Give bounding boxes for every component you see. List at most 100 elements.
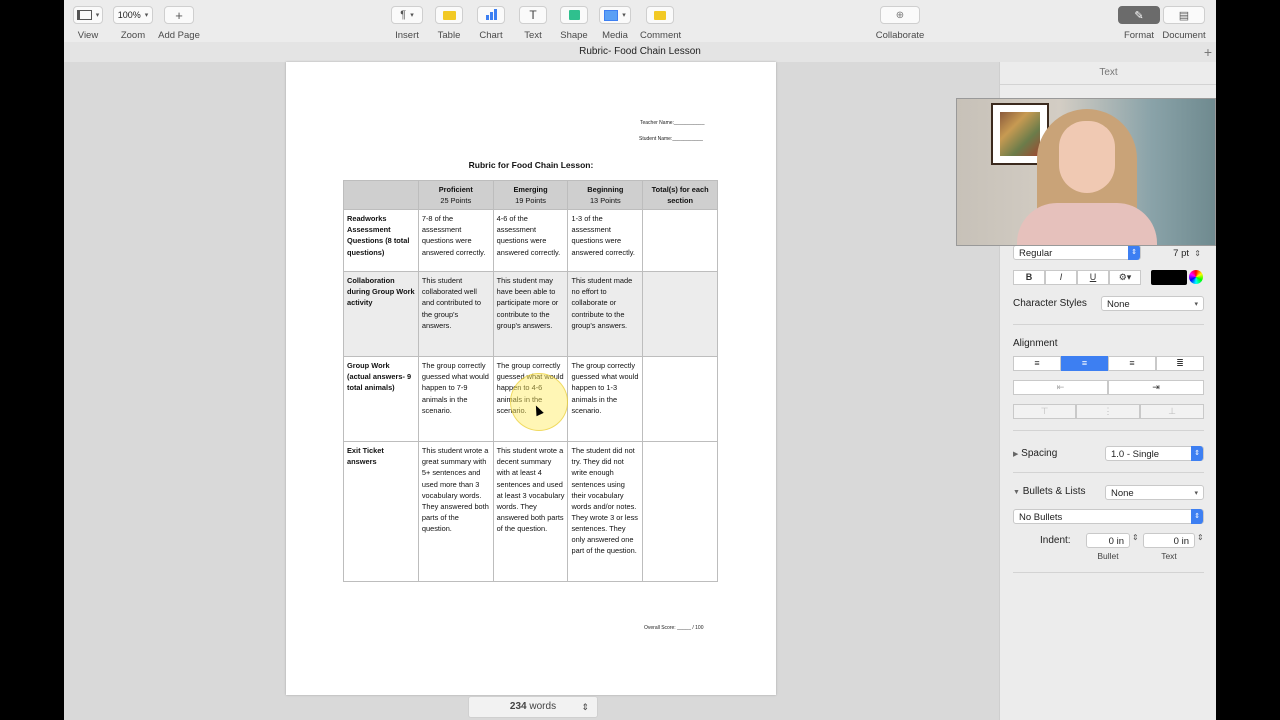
table-cell[interactable]: 4-6 of the assessment questions were ans… — [492, 209, 569, 273]
total-cell[interactable] — [642, 271, 718, 358]
stepper-icon[interactable]: ⇕ — [1132, 533, 1139, 542]
align-left-icon: ≡ — [1034, 358, 1040, 368]
view-icon — [76, 10, 92, 20]
align-center-button[interactable]: ≡ — [1061, 356, 1108, 371]
criterion-cell[interactable]: Collaboration during Group Work activity — [343, 271, 419, 358]
table-cell[interactable]: 1-3 of the assessment questions were ans… — [567, 209, 644, 273]
table-cell[interactable]: The group correctly guessed what would h… — [417, 356, 494, 443]
indent-bullet-field[interactable]: 0 in — [1086, 533, 1130, 548]
indent-text-field[interactable]: 0 in — [1143, 533, 1195, 548]
gear-icon: ⚙▾ — [1118, 272, 1132, 282]
table-cell[interactable]: This student wrote a great summary with … — [417, 441, 494, 583]
table-cell[interactable]: This student wrote a decent summary with… — [492, 441, 569, 583]
table-row: Exit Ticket answers This student wrote a… — [343, 441, 718, 583]
table-cell[interactable]: This student collaborated well and contr… — [417, 271, 494, 358]
chevron-updown-icon: ⇕ — [581, 702, 589, 712]
alignment-label: Alignment — [1013, 338, 1058, 349]
document-canvas[interactable]: Teacher Name:___________ Student Name:__… — [64, 62, 999, 720]
align-top-button[interactable]: ⊤ — [1013, 404, 1076, 419]
insert-button[interactable]: ¶ ▾ Insert — [390, 6, 424, 41]
underline-button[interactable]: U — [1077, 270, 1109, 285]
document-page[interactable]: Teacher Name:___________ Student Name:__… — [286, 62, 776, 695]
criterion-cell[interactable]: Exit Ticket answers — [343, 441, 419, 583]
font-size-field[interactable]: 7 pt ⇕ — [1147, 245, 1204, 260]
header-beginning: Beginning 13 Points — [567, 179, 644, 211]
stepper-icon[interactable]: ⇕ — [1197, 533, 1204, 542]
align-middle-button[interactable]: ⋮ — [1076, 404, 1140, 419]
shape-button[interactable]: Shape — [559, 6, 589, 41]
italic-button[interactable]: I — [1045, 270, 1077, 285]
text-caption: Text — [1161, 551, 1177, 561]
total-cell[interactable] — [642, 356, 718, 443]
spacing-section[interactable]: ▶ Spacing — [1013, 448, 1057, 459]
table-cell[interactable]: This student made no effort to collabora… — [567, 271, 644, 358]
align-left-button[interactable]: ≡ — [1013, 356, 1061, 371]
chevron-down-icon: ▾ — [1194, 301, 1198, 308]
rubric-title: Rubric for Food Chain Lesson: — [468, 160, 594, 170]
align-justify-button[interactable]: ≣ — [1156, 356, 1204, 371]
bold-button[interactable]: B — [1013, 270, 1045, 285]
criterion-cell[interactable]: Readworks Assessment Questions (8 total … — [343, 209, 419, 273]
decrease-indent-button[interactable]: ⇤ — [1013, 380, 1108, 395]
table-cell[interactable]: The student did not try. They did not wr… — [567, 441, 644, 583]
align-right-button[interactable]: ≡ — [1108, 356, 1156, 371]
comment-button[interactable]: Comment — [640, 6, 681, 41]
increase-indent-button[interactable]: ⇥ — [1108, 380, 1204, 395]
comment-icon — [654, 10, 666, 20]
color-wheel-icon[interactable] — [1189, 270, 1203, 284]
sidebar-tab-text[interactable]: Text — [1000, 62, 1216, 85]
spacing-select[interactable]: 1.0 - Single ⇕ — [1105, 446, 1204, 461]
font-style-select[interactable]: Regular ⇕ — [1013, 245, 1141, 260]
zoom-value: 100% — [117, 10, 141, 20]
header-blank — [343, 179, 419, 211]
bullet-style-select[interactable]: No Bullets ⇕ — [1013, 509, 1204, 524]
total-cell[interactable] — [642, 441, 718, 583]
align-right-icon: ≡ — [1129, 358, 1135, 368]
chevron-down-icon: ▾ — [622, 12, 626, 19]
character-styles-select[interactable]: None ▾ — [1101, 296, 1204, 311]
bullets-section[interactable]: ▼ Bullets & Lists — [1013, 486, 1086, 497]
media-button[interactable]: ▾ Media — [598, 6, 632, 41]
collaborate-button[interactable]: ⊕ Collaborate — [872, 6, 928, 41]
table-cell[interactable]: This student may have been able to parti… — [492, 271, 569, 358]
table-row: Readworks Assessment Questions (8 total … — [343, 209, 718, 273]
total-cell[interactable] — [642, 209, 718, 273]
align-center-icon: ≡ — [1081, 358, 1088, 368]
view-control[interactable]: ▾ View — [72, 6, 104, 41]
document-icon: ▤ — [1178, 9, 1190, 22]
text-button[interactable]: T Text — [518, 6, 548, 41]
zoom-control[interactable]: 100% ▾ Zoom — [112, 6, 154, 41]
word-count[interactable]: 234 words ⇕ — [468, 696, 598, 718]
media-icon — [604, 9, 619, 21]
format-button[interactable]: ✎ Format — [1118, 6, 1160, 41]
criterion-cell[interactable]: Group Work (actual answers- 9 total anim… — [343, 356, 419, 443]
overall-score-line: Overall Score: _____ / 100 — [644, 625, 704, 631]
document-title-bar: Rubric- Food Chain Lesson + — [64, 42, 1216, 63]
bullet-caption: Bullet — [1097, 551, 1119, 561]
align-middle-icon: ⋮ — [1103, 406, 1113, 416]
table-cell[interactable]: 7-8 of the assessment questions were ans… — [417, 209, 494, 273]
header-totals: Total(s) for each section — [642, 179, 718, 211]
chevron-down-icon: ▾ — [1194, 490, 1198, 497]
chevron-updown-icon: ⇕ — [1191, 446, 1203, 461]
chart-button[interactable]: Chart — [476, 6, 506, 41]
text-options-button[interactable]: ⚙▾ — [1109, 270, 1141, 285]
align-bottom-button[interactable]: ⊥ — [1140, 404, 1204, 419]
align-justify-icon: ≣ — [1176, 358, 1184, 368]
add-page-button[interactable]: + Add Page — [158, 6, 200, 41]
text-color-swatch[interactable] — [1151, 270, 1187, 285]
document-button[interactable]: ▤ Document — [1162, 6, 1206, 41]
divider — [1013, 324, 1204, 325]
chevron-updown-icon: ⇕ — [1191, 509, 1203, 524]
rubric-header-row: Proficient 25 Points Emerging 19 Points Be… — [343, 179, 718, 211]
add-tab-icon[interactable]: + — [1204, 42, 1212, 62]
table-icon — [442, 10, 456, 20]
shape-icon — [568, 10, 580, 20]
bullets-select[interactable]: None ▾ — [1105, 485, 1204, 500]
table-button[interactable]: Table — [434, 6, 464, 41]
character-styles-label: Character Styles — [1013, 298, 1087, 309]
divider — [1013, 430, 1204, 431]
table-cell[interactable]: The group correctly guessed what would h… — [567, 356, 644, 443]
table-row: Collaboration during Group Work activity… — [343, 271, 718, 358]
presenter-shirt — [1017, 203, 1157, 245]
